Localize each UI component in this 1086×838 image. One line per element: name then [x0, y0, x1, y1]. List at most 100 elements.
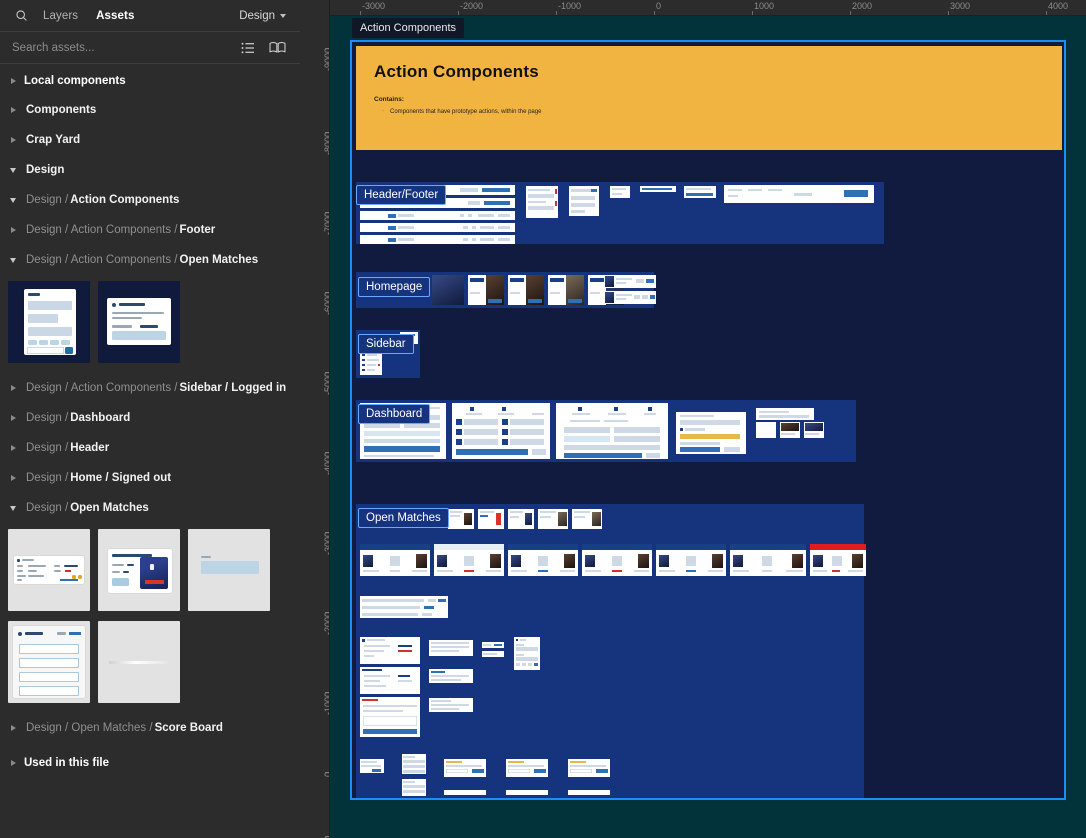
ruler-tick: -2000	[460, 1, 484, 11]
sidebar-item-crap-yard[interactable]: Crap Yard	[0, 125, 300, 155]
homepage-side-card-1[interactable]	[604, 275, 656, 288]
referral-network-thumbnail[interactable]	[98, 281, 180, 363]
asset-path: Design / Action Components /	[26, 224, 178, 236]
ruler-tick: -9000	[323, 48, 330, 72]
ruler-tick: -8000	[323, 132, 330, 156]
asset-label: Action Components	[70, 194, 180, 206]
canvas-area: -3000 -2000 -1000 0 1000 2000 3000 4000 …	[300, 0, 1086, 838]
empty-matches-thumbnail[interactable]	[188, 529, 270, 611]
sidebar-item-design-home-signed-out[interactable]: Design / Home / Signed out	[0, 463, 300, 493]
section-open-matches[interactable]	[356, 504, 866, 798]
match-details-thumbnail[interactable]	[8, 529, 90, 611]
search-input[interactable]	[12, 41, 241, 54]
asset-path: Design /	[26, 412, 69, 424]
asset-label: Footer	[179, 224, 216, 236]
sidebar-item-design[interactable]: Design	[0, 155, 300, 185]
view-toggle-group	[241, 41, 292, 54]
asset-label: Dashboard	[70, 412, 131, 424]
ruler-tick: 0	[323, 772, 329, 777]
design-menu-button[interactable]: Design	[239, 10, 290, 22]
chevron-down-icon	[10, 505, 16, 511]
assets-panel: Layers Assets Design Search assets... Lo…	[0, 0, 300, 838]
ruler-vertical[interactable]: -9000 -8000 -7000 -6000 -5000 -4000 -300…	[300, 0, 330, 838]
ruler-tick: 0	[656, 1, 662, 11]
chevron-right-icon	[10, 385, 16, 391]
ruler-tick: -1000	[323, 692, 330, 716]
loader-thumbnail[interactable]	[98, 621, 180, 703]
sidebar-item-design-action-components[interactable]: Design / Action Components	[0, 185, 300, 215]
section-dashboard[interactable]	[356, 400, 856, 462]
banner-bullet: Components that have prototype actions, …	[382, 108, 1062, 115]
tab-layers[interactable]: Layers	[34, 6, 87, 26]
used-in-this-file-label: Used in this file	[24, 757, 109, 769]
asset-label: Open Matches	[70, 502, 149, 514]
local-components-label: Local components	[24, 75, 126, 87]
homepage-side-card-2[interactable]	[604, 291, 656, 304]
ruler-tick: -3000	[362, 1, 386, 11]
ruler-tick: -1000	[558, 1, 582, 11]
chevron-right-icon	[10, 78, 16, 84]
chat-component-thumbnail[interactable]	[8, 281, 90, 363]
asset-path: Design /	[26, 194, 69, 206]
ruler-tick: -4000	[323, 452, 330, 476]
tab-assets[interactable]: Assets	[87, 6, 143, 26]
sidebar-item-design-dashboard[interactable]: Design / Dashboard	[0, 403, 300, 433]
section-label-dashboard[interactable]: Dashboard	[358, 404, 431, 424]
chevron-right-icon	[10, 475, 16, 481]
thumbnail-grid-action-open-matches	[0, 275, 300, 373]
ruler-horizontal[interactable]: -3000 -2000 -1000 0 1000 2000 3000 4000	[330, 0, 1086, 16]
chevron-down-icon	[10, 197, 16, 203]
ruler-tick: 4000	[1048, 1, 1069, 11]
sidebar-item-open-matches-score-board[interactable]: Design / Open Matches / Score Board	[0, 713, 300, 743]
section-label-open-matches[interactable]: Open Matches	[358, 508, 449, 528]
sidebar-item-action-components-open-matches[interactable]: Design / Action Components / Open Matche…	[0, 245, 300, 275]
sidebar-item-design-header[interactable]: Design / Header	[0, 433, 300, 463]
frame-action-components[interactable]: Action Components Contains: Components t…	[350, 40, 1066, 800]
chevron-right-icon	[10, 137, 16, 143]
ruler-tick: -3000	[323, 532, 330, 556]
chevron-right-icon	[10, 107, 16, 113]
asset-label: Design	[26, 164, 65, 176]
chevron-right-icon	[10, 227, 16, 233]
sidebar-item-design-open-matches[interactable]: Design / Open Matches	[0, 493, 300, 523]
asset-label: Sidebar / Logged in	[179, 382, 287, 394]
ruler-tick: 3000	[950, 1, 971, 11]
section-label-homepage[interactable]: Homepage	[358, 277, 431, 297]
local-components-header[interactable]: Local components	[0, 64, 300, 95]
search-icon[interactable]	[8, 9, 34, 22]
search-row	[0, 32, 300, 64]
banner-bullet-list: Components that have prototype actions, …	[382, 108, 1062, 115]
fifa-match-card-thumbnail[interactable]	[98, 529, 180, 611]
section-label-header-footer[interactable]: Header/Footer	[356, 185, 447, 205]
asset-path: Design /	[26, 472, 69, 484]
chevron-right-icon	[10, 760, 16, 766]
sidebar-item-action-components-sidebar-logged-in[interactable]: Design / Action Components / Sidebar / L…	[0, 373, 300, 403]
ruler-tick: -6000	[323, 292, 330, 316]
section-label-sidebar[interactable]: Sidebar	[358, 334, 414, 354]
asset-label: Score Board	[154, 722, 223, 734]
match-setting-thumbnail[interactable]	[8, 621, 90, 703]
asset-label: Open Matches	[179, 254, 259, 266]
sidebar-item-action-components-footer[interactable]: Design / Action Components / Footer	[0, 215, 300, 245]
asset-path: Design /	[26, 442, 69, 454]
assets-list[interactable]: Local components Components Crap Yard De…	[0, 64, 300, 838]
ruler-tick: 2000	[852, 1, 873, 11]
asset-path: Design / Open Matches /	[26, 722, 153, 734]
chevron-right-icon	[10, 725, 16, 731]
asset-path: Design / Action Components /	[26, 382, 178, 394]
chevron-down-icon	[10, 257, 16, 263]
banner-contains-label: Contains:	[374, 96, 404, 103]
asset-label: Components	[26, 104, 97, 116]
chevron-down-icon	[10, 167, 16, 173]
list-view-icon[interactable]	[241, 42, 255, 54]
chevron-down-icon	[280, 13, 286, 18]
panel-tab-bar: Layers Assets Design	[0, 0, 300, 32]
used-in-this-file-header[interactable]: Used in this file	[0, 743, 300, 769]
frame-label-action-components[interactable]: Action Components	[352, 18, 464, 38]
banner-action-components: Action Components Contains: Components t…	[356, 46, 1062, 150]
sidebar-item-components[interactable]: Components	[0, 95, 300, 125]
ruler-tick: -2000	[323, 612, 330, 636]
thumbnail-grid-open-matches	[0, 523, 300, 621]
book-view-icon[interactable]	[269, 41, 286, 54]
canvas-viewport[interactable]: Action Components Action Components Cont…	[330, 16, 1086, 838]
